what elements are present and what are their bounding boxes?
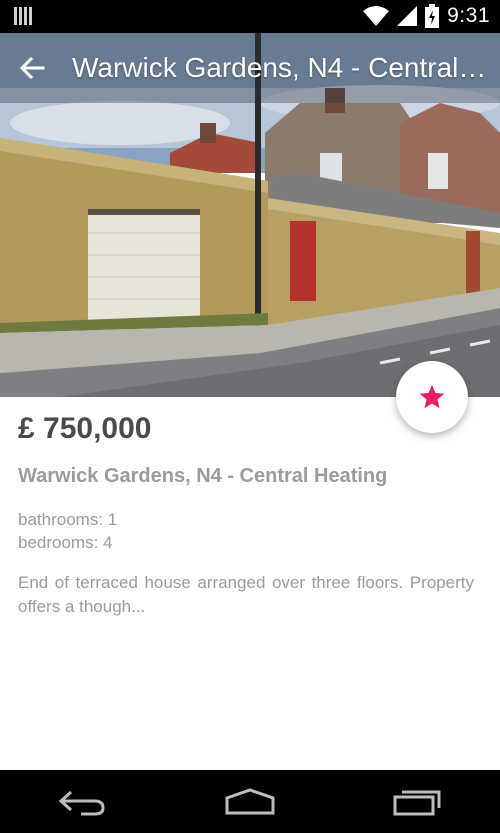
- back-button[interactable]: [0, 33, 64, 103]
- recents-nav-icon: [393, 790, 441, 815]
- bedrooms-count: bedrooms: 4: [18, 533, 113, 552]
- nav-home-button[interactable]: [210, 777, 290, 827]
- back-arrow-icon: [19, 56, 45, 80]
- favorite-button[interactable]: [396, 361, 468, 433]
- system-nav-bar: [0, 770, 500, 833]
- wifi-icon: [363, 6, 390, 26]
- status-icons: 9:31: [363, 4, 490, 28]
- signal-icon: [397, 6, 418, 26]
- nav-back-button[interactable]: [43, 777, 123, 827]
- nav-recents-button[interactable]: [377, 777, 457, 827]
- bathrooms-count: bathrooms: 1: [18, 510, 118, 529]
- back-nav-icon: [59, 790, 105, 815]
- status-bar: 9:31: [0, 0, 500, 33]
- battery-charging-icon: [425, 4, 440, 28]
- listing-facts: bathrooms: 1 bedrooms: 4: [18, 508, 117, 554]
- clock: 9:31: [447, 4, 490, 27]
- notification-bars-icon: [14, 7, 32, 25]
- listing-description: End of terraced house arranged over thre…: [18, 573, 474, 616]
- home-nav-icon: [225, 787, 275, 814]
- toolbar: Warwick Gardens, N4 - Central Heating: [0, 33, 500, 103]
- listing-price: £ 750,000: [18, 412, 152, 445]
- listing-title: Warwick Gardens, N4 - Central Heating: [18, 465, 388, 487]
- star-icon: [419, 384, 445, 409]
- toolbar-title: Warwick Gardens, N4 - Central Heating: [72, 52, 492, 83]
